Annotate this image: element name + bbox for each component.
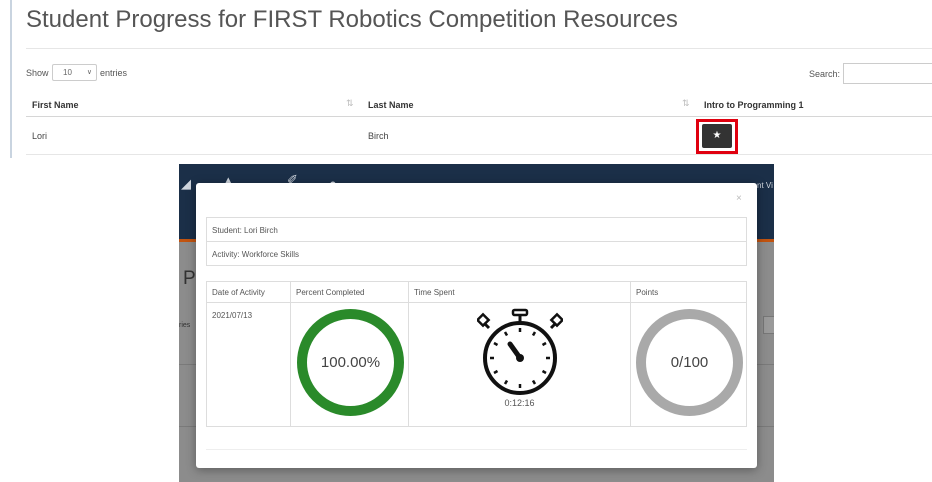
page-title: Student Progress for FIRST Robotics Comp… bbox=[26, 6, 678, 33]
date-value: 2021/07/13 bbox=[212, 311, 253, 320]
progress-page: Student Progress for FIRST Robotics Comp… bbox=[0, 0, 932, 160]
title-divider bbox=[26, 48, 932, 49]
background-label: ries bbox=[179, 322, 191, 329]
points-value: 0/100 bbox=[670, 354, 709, 371]
column-header-date: Date of Activity bbox=[207, 282, 290, 303]
search-label: Search: bbox=[809, 69, 841, 79]
column-header-time: Time Spent bbox=[409, 282, 630, 303]
percent-column: Percent Completed 100.00% bbox=[291, 282, 409, 426]
star-button[interactable]: ★ bbox=[702, 124, 732, 148]
modal-footer-divider bbox=[206, 449, 747, 450]
stopwatch-icon bbox=[477, 308, 563, 395]
column-header-percent: Percent Completed bbox=[291, 282, 408, 303]
points-column: Points 0/100 bbox=[631, 282, 746, 426]
entries-select[interactable]: 10 ∨ bbox=[52, 64, 97, 81]
star-icon: ★ bbox=[712, 130, 722, 141]
date-column: Date of Activity 2021/07/13 bbox=[207, 282, 291, 426]
entries-select-value: 10 bbox=[63, 68, 72, 77]
close-icon[interactable]: × bbox=[736, 193, 742, 204]
sort-icon[interactable]: ⇅ bbox=[682, 98, 690, 109]
percent-value: 100.00% bbox=[320, 354, 381, 371]
column-header-intro-programming[interactable]: Intro to Programming 1 bbox=[704, 100, 804, 110]
row-divider bbox=[26, 154, 932, 155]
header-divider bbox=[26, 116, 932, 117]
activity-table: Date of Activity 2021/07/13 Percent Comp… bbox=[206, 281, 747, 427]
search-input[interactable] bbox=[843, 63, 932, 84]
left-border bbox=[10, 0, 12, 158]
column-header-last-name[interactable]: Last Name bbox=[368, 100, 414, 110]
entries-label: entries bbox=[100, 68, 128, 78]
nav-text: nt Vi bbox=[757, 181, 773, 190]
time-spent-value: 0:12:16 bbox=[504, 398, 535, 408]
student-row: Student: Lori Birch bbox=[206, 217, 747, 242]
column-header-first-name[interactable]: First Name bbox=[32, 100, 79, 110]
activity-modal: × Student: Lori Birch Activity: Workforc… bbox=[196, 183, 757, 468]
chevron-down-icon: ∨ bbox=[86, 69, 92, 76]
cell-first-name: Lori bbox=[32, 131, 48, 141]
background-input bbox=[763, 316, 774, 334]
sort-icon[interactable]: ⇅ bbox=[346, 98, 354, 109]
points-ring: 0/100 bbox=[636, 309, 743, 416]
progress-ring: 100.00% bbox=[297, 309, 404, 416]
column-header-points: Points bbox=[631, 282, 746, 303]
activity-row: Activity: Workforce Skills bbox=[206, 241, 747, 266]
menu-icon: ◢ bbox=[181, 176, 191, 191]
time-column: Time Spent 0:12:16 bbox=[409, 282, 631, 426]
show-label: Show bbox=[26, 68, 49, 78]
background-heading: P bbox=[183, 268, 196, 289]
cell-last-name: Birch bbox=[368, 131, 389, 141]
